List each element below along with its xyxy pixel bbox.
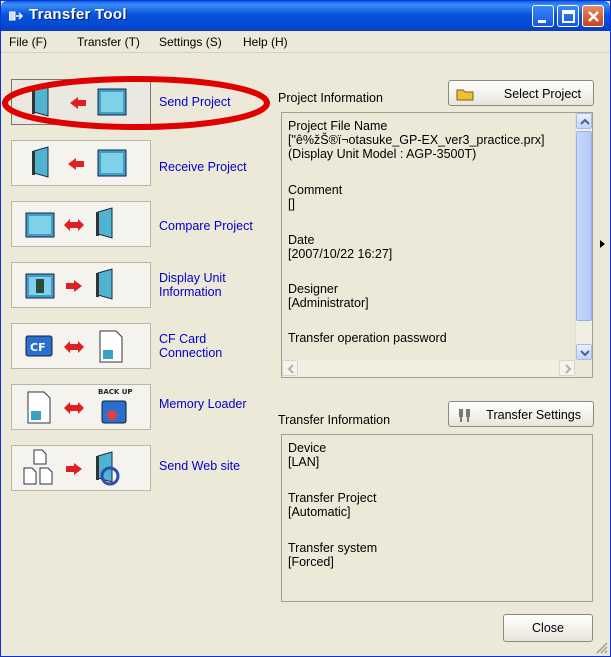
receive-project-icon [32,146,127,178]
cf-card-connection-button[interactable]: CF [11,323,151,369]
chevron-down-icon [580,350,590,357]
menu-file[interactable]: File (F) [9,35,47,49]
send-project-label[interactable]: Send Project [159,95,231,109]
date-value: [2007/10/22 16:27] [288,247,393,261]
project-information-panel[interactable]: Project File Name ["ê%žŠ®ï¬otasuke_GP-EX… [281,112,593,378]
minimize-icon [538,20,546,23]
resize-grip-icon[interactable] [595,641,609,655]
display-unit-info-label[interactable]: Display Unit Information [159,271,226,299]
device-label: Device [288,441,327,455]
project-vertical-scrollbar[interactable] [575,113,592,360]
send-project-icon [32,85,127,117]
svg-text:CF: CF [30,341,46,354]
project-file-name-value: ["ê%žŠ®ï¬otasuke_GP-EX_ver3_practice.prx… [288,133,545,147]
display-unit-info-icon [25,268,113,300]
backup-icon-text: BACK UP [98,388,133,396]
app-icon [9,11,23,21]
compare-project-button[interactable] [11,201,151,247]
menu-bar: File (F) Transfer (T) Settings (S) Help … [1,31,610,53]
window-title: Transfer Tool [29,6,127,23]
device-value: [LAN] [288,455,320,469]
designer-value: [Administrator] [288,296,369,310]
project-horizontal-scrollbar[interactable] [282,360,575,377]
close-window-button[interactable] [582,5,604,27]
cf-card-connection-label-line1: CF Card [159,332,207,346]
cf-card-connection-label-line2: Connection [159,346,223,360]
transfer-information-panel: Device [LAN] Transfer Project [Automatic… [281,434,593,602]
send-web-site-button[interactable] [11,445,151,491]
display-unit-info-button[interactable] [11,262,151,308]
display-unit-info-label-line2: Information [159,285,222,299]
memory-loader-label[interactable]: Memory Loader [159,397,247,411]
receive-project-label[interactable]: Receive Project [159,160,247,174]
connector-icon [459,409,470,422]
transfer-project-label: Transfer Project [288,491,377,505]
maximize-button[interactable] [557,5,579,27]
memory-loader-button[interactable]: BACK UP [11,384,151,430]
close-button[interactable]: Close [503,614,593,642]
transfer-system-value: [Forced] [288,555,334,569]
scroll-thumb[interactable] [576,131,592,321]
transfer-settings-label: Transfer Settings [486,408,581,422]
project-file-name-label: Project File Name [288,119,388,133]
send-web-site-label[interactable]: Send Web site [159,459,240,473]
chevron-left-icon [287,364,294,374]
scroll-right-arrow[interactable] [559,360,575,376]
transfer-project-value: [Automatic] [288,505,351,519]
transfer-tool-window: Transfer Tool File (F) Transfer (T) Sett… [0,0,611,657]
designer-label: Designer [288,282,339,296]
select-project-button[interactable]: Select Project [448,80,594,106]
scroll-up-arrow[interactable] [576,113,592,129]
select-project-label: Select Project [503,87,581,101]
minimize-button[interactable] [532,5,554,27]
display-unit-model-value: (Display Unit Model : AGP-3500T) [288,147,477,161]
chevron-up-icon [580,118,590,125]
date-label: Date [288,233,315,247]
title-bar[interactable]: Transfer Tool [1,1,610,31]
maximize-icon [562,10,575,23]
close-icon [588,11,599,22]
send-project-button[interactable] [11,79,151,125]
menu-transfer[interactable]: Transfer (T) [77,35,140,49]
cf-card-connection-icon: CF [25,330,123,363]
transfer-information-heading: Transfer Information [278,413,391,427]
chevron-right-icon [565,364,572,374]
transfer-password-label: Transfer operation password [288,331,447,345]
receive-project-button[interactable] [11,140,151,186]
splitter-arrow-icon[interactable] [599,239,607,249]
comment-value: [] [288,197,295,211]
transfer-settings-button[interactable]: Transfer Settings [448,401,594,427]
compare-project-icon [25,207,113,239]
memory-loader-icon: BACK UP [27,388,133,424]
project-information-heading: Project Information [278,91,383,105]
scroll-left-arrow[interactable] [282,360,298,376]
scroll-down-arrow[interactable] [576,344,592,360]
compare-project-label[interactable]: Compare Project [159,219,253,233]
menu-settings[interactable]: Settings (S) [159,35,222,49]
transfer-system-label: Transfer system [288,541,378,555]
cf-card-connection-label[interactable]: CF Card Connection [159,332,222,360]
display-unit-info-label-line1: Display Unit [159,271,226,285]
send-web-site-icon [23,449,120,486]
menu-help[interactable]: Help (H) [243,35,288,49]
comment-label: Comment [288,183,343,197]
folder-icon [456,89,474,101]
